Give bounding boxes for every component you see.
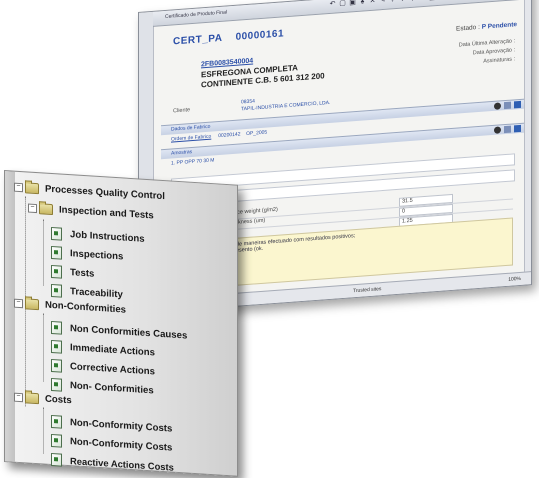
tree-item-nc-causes[interactable]: Non Conformities Causes — [51, 320, 188, 343]
document-icon — [51, 433, 62, 448]
tree-item-label: Immediate Actions — [70, 342, 155, 359]
folder-open-icon — [39, 203, 53, 216]
document-icon — [51, 264, 62, 279]
section-fabrico-title: Dados de Fabrico — [171, 123, 211, 133]
arrow-down-2-icon[interactable]: ↓ — [399, 0, 406, 3]
trusted-sites-text: Trusted sites — [353, 286, 382, 295]
status-value: P Pendente — [481, 21, 517, 31]
certificate-type: CERT_PA — [173, 32, 223, 48]
collapse-icon[interactable]: − — [14, 392, 23, 403]
collapse-icon[interactable]: − — [14, 182, 23, 193]
folder-open-icon — [25, 182, 39, 195]
document-icon — [51, 414, 62, 429]
tree-item-label: Tests — [70, 267, 95, 280]
toolbar: ↶ ▢ ▣ ♠ ✕ ✎ ↓ ↓ ⚲ ⚙ ▁ ✕ — [329, 0, 446, 8]
delete-icon[interactable]: ✕ — [369, 0, 376, 5]
tree-group-inspection[interactable]: − Inspection and Tests — [28, 203, 154, 222]
binoculars-icon[interactable]: ♠ — [359, 0, 366, 6]
tree-item-tests[interactable]: Tests — [51, 264, 95, 281]
tree-item-traceability[interactable]: Traceability — [51, 283, 123, 302]
tree-item-label: Inspections — [70, 248, 124, 263]
tree-group-costs[interactable]: − Costs — [14, 392, 72, 407]
vertical-scrollbar[interactable] — [524, 0, 531, 273]
tree-group-label: Non-Conformities — [45, 299, 127, 316]
tree-item-reactive-actions-costs[interactable]: Reactive Actions Costs — [51, 452, 174, 474]
quality-control-tree-panel: − Processes Quality Control − Inspection… — [4, 170, 238, 477]
tree-item-label: Traceability — [70, 286, 123, 301]
status-label: Estado : — [456, 23, 480, 33]
folder-open-icon — [25, 298, 39, 311]
window-close-icon[interactable] — [514, 124, 521, 133]
arrow-down-icon[interactable]: ↓ — [389, 0, 396, 4]
chart-icon[interactable] — [504, 101, 511, 110]
document-icon — [51, 283, 62, 298]
document-icon — [51, 377, 62, 392]
new-document-icon[interactable]: ▢ — [339, 0, 346, 7]
tree-item-job-instructions[interactable]: Job Instructions — [51, 226, 145, 246]
tree-item-label: Non Conformities Causes — [70, 323, 188, 342]
client-value: 08354 TAPIL-INDUSTRIA E COMERCIO, LDA. — [241, 93, 330, 114]
document-icon — [51, 245, 62, 260]
collapse-icon[interactable]: − — [28, 203, 37, 214]
edit-icon[interactable]: ✎ — [379, 0, 386, 4]
client-label: Cliente — [173, 107, 191, 115]
certificate-number: 00000161 — [235, 28, 285, 43]
tree-root-label: Processes Quality Control — [45, 183, 165, 203]
tree-group-label: Costs — [45, 393, 72, 407]
document-icon — [51, 358, 62, 373]
document-icon — [51, 226, 62, 241]
op-value: OP_2005 — [246, 129, 268, 138]
undo-icon[interactable]: ↶ — [329, 0, 336, 8]
window-title: Certificado de Produto Final — [165, 9, 227, 21]
certificate-heading: CERT_PA 00000161 — [173, 28, 284, 47]
tree-item-nc-costs-2[interactable]: Non-Conformity Costs — [51, 433, 173, 455]
document-icon — [51, 452, 62, 467]
section-amostras-title: Amostras — [171, 149, 193, 157]
settings-icon[interactable] — [494, 126, 501, 134]
tree-item-corrective-actions[interactable]: Corrective Actions — [51, 358, 155, 379]
tree-item-label: Corrective Actions — [70, 361, 155, 378]
document-icon — [51, 339, 62, 354]
status-field: Estado : P Pendente — [456, 21, 517, 32]
tree-item-inspections[interactable]: Inspections — [51, 245, 124, 264]
tree-item-nc-costs[interactable]: Non-Conformity Costs — [51, 414, 173, 436]
print-icon[interactable]: ▣ — [349, 0, 356, 7]
dates-block: Data Última Alteração : Data Aprovação :… — [459, 37, 515, 68]
amostra-line: 1. PP OPP 70 30 M — [171, 157, 215, 167]
zoom-level[interactable]: 100% — [508, 276, 521, 283]
document-icon — [51, 320, 62, 335]
tree-item-immediate-actions[interactable]: Immediate Actions — [51, 339, 155, 360]
row-label: ance weight (g/m2) — [231, 206, 278, 217]
tree-root[interactable]: − Processes Quality Control — [14, 182, 165, 202]
folder-open-icon — [25, 392, 39, 405]
window-close-icon[interactable] — [514, 100, 521, 109]
ordem-label: Ordem de Fabrico — [171, 133, 212, 143]
tree-item-label: Job Instructions — [70, 229, 145, 245]
tree-item-label: Non-Conformity Costs — [70, 417, 173, 435]
collapse-icon[interactable]: − — [14, 298, 23, 309]
chart-icon[interactable] — [504, 125, 511, 134]
tree-item-label: Non- Conformities — [70, 380, 154, 397]
ordem-value: 00200142 — [218, 131, 241, 140]
link-icon[interactable]: ⚲ — [409, 0, 416, 2]
settings-icon[interactable]: ⚙ — [419, 0, 426, 1]
tree-group-label: Inspection and Tests — [59, 204, 154, 222]
settings-icon[interactable] — [494, 102, 501, 110]
chart-icon[interactable]: ▁ — [429, 0, 436, 1]
tree-item-label: Reactive Actions Costs — [70, 455, 174, 473]
tree-item-label: Non-Conformity Costs — [70, 436, 173, 454]
